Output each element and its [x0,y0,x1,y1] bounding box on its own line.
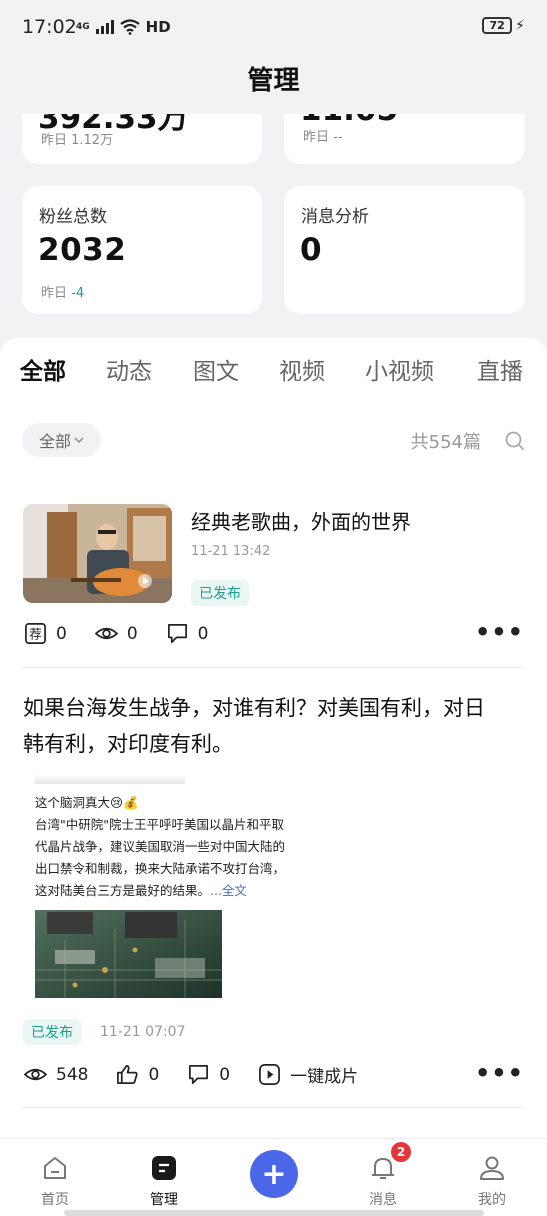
stat-card-fans[interactable]: 粉丝总数 2032 昨日 -4 [22,186,262,314]
likes-metric[interactable]: 0 [116,1063,159,1086]
stat-label: 消息分析 [301,207,369,227]
preview-text: 这个脑洞真大😢💰 台湾"中研院"院士王平呼吁美国以晶片和平取 代晶片战争，建议美… [35,792,305,902]
wifi-icon [119,19,140,35]
signal-icon [95,20,114,34]
eye-icon [24,1068,47,1081]
nav-home[interactable]: 首页 [15,1139,95,1216]
nav-messages[interactable]: 消息 [343,1139,423,1216]
stat-sub: 昨日 -- [303,130,343,145]
article-total: 共554篇 [410,432,481,453]
filter-dropdown[interactable]: 全部 [22,423,101,457]
charging-icon: ⚡ [515,17,525,34]
read-more-link: ...全文 [210,883,247,898]
profile-icon [480,1156,504,1180]
one-click-video-label: 一键成片 [290,1067,359,1087]
nav-profile[interactable]: 我的 [452,1139,532,1216]
preview-line: 这对陆美台三方是最好的结果。...全文 [35,880,305,902]
filter-label: 全部 [38,432,71,451]
nav-label: 我的 [478,1192,506,1208]
stat-label: 粉丝总数 [39,207,107,227]
preview-line: 出口禁令和制裁，换来大陆承诺不攻打台湾， [35,861,286,876]
tab-live[interactable]: 直播 [477,352,523,386]
battery-level: 72 [482,17,513,34]
network-label: 4G [76,22,90,32]
status-badge: 已发布 [191,580,249,606]
search-icon[interactable] [505,431,525,451]
views-count: 548 [56,1064,89,1085]
stat-card-income[interactable]: 11.05 昨日 -- [284,114,525,164]
nav-label: 消息 [369,1192,397,1208]
chevron-down-icon [74,437,84,443]
hd-label: HD [145,18,171,36]
comment-icon [189,1065,209,1084]
comments-count: 0 [197,623,209,644]
stat-delta: -4 [71,286,85,301]
recommend-metric[interactable]: 荐 0 [24,622,67,645]
tab-image-text[interactable]: 图文 [193,352,239,386]
page-title: 管理 [247,66,300,96]
home-icon [44,1157,66,1179]
comments-count: 0 [219,1064,231,1085]
thumbs-up-icon [117,1065,139,1084]
preview-line: 代晶片战争，建议美国取消一些对中国大陆的 [35,839,286,854]
comments-metric[interactable]: 0 [187,1063,230,1086]
article-time: 11-21 13:42 [191,544,271,559]
preview-header [35,774,185,784]
views-metric[interactable]: 548 [24,1063,88,1086]
stat-value: 2032 [38,232,127,268]
status-badge: 已发布 [23,1019,81,1045]
stat-sub-prefix: 昨日 [41,286,72,301]
video-thumbnail[interactable] [23,504,172,603]
divider [23,667,524,668]
video-thumbnail-image [23,504,172,603]
play-box-icon [259,1064,281,1085]
stat-card-messages[interactable]: 消息分析 0 [284,186,525,314]
article-metrics: 548 0 0 一键成片 [24,1062,386,1087]
comments-metric[interactable]: 0 [166,622,209,645]
views-metric[interactable]: 0 [94,622,138,645]
preview-line: 台湾"中研院"院士王平呼吁美国以晶片和平取 [35,817,284,832]
comment-icon [167,624,187,643]
article-preview-image[interactable]: 这个脑洞真大😢💰 台湾"中研院"院士王平呼吁美国以晶片和平取 代晶片战争，建议美… [23,774,303,1006]
manage-icon [152,1156,176,1180]
status-bar: 17:02 4G HD 72 ⚡ [0,0,547,56]
divider [23,1107,524,1108]
plus-icon: + [261,1156,287,1192]
more-options-icon[interactable]: ••• [475,1059,524,1087]
article-title[interactable]: 如果台海发生战争，对谁有利？对美国有利，对日韩有利，对印度有利。 [23,690,493,762]
more-options-icon[interactable]: ••• [475,618,524,646]
article-time: 11-21 07:07 [100,1024,186,1040]
home-indicator [64,1210,484,1216]
recommend-count: 0 [56,623,67,644]
article-title[interactable]: 经典老歌曲，外面的世界 [191,506,411,535]
svg-text:荐: 荐 [29,626,41,641]
tab-all[interactable]: 全部 [20,352,66,386]
one-click-video-button[interactable]: 一键成片 [258,1062,358,1087]
status-icons: 4G HD [76,18,171,36]
notification-badge: 2 [391,1142,411,1162]
nav-manage[interactable]: 管理 [124,1139,204,1216]
tab-short-video[interactable]: 小视频 [365,352,434,386]
preview-line-text: 这对陆美台三方是最好的结果。 [35,883,211,898]
preview-line: 这个脑洞真大😢💰 [35,795,139,810]
nav-label: 首页 [41,1192,69,1208]
tab-video[interactable]: 视频 [279,352,325,386]
views-count: 0 [126,623,138,644]
status-time: 17:02 [22,16,77,38]
article-metrics: 荐 0 0 0 [24,622,236,645]
nav-label: 管理 [150,1192,178,1208]
circuit-board-image [35,910,222,998]
recommend-icon: 荐 [25,623,46,644]
eye-icon [94,627,118,640]
stat-sub: 昨日 -4 [41,282,84,301]
likes-count: 0 [148,1064,160,1085]
battery-indicator: 72 ⚡ [482,17,525,34]
tab-dynamic[interactable]: 动态 [106,352,152,386]
stat-sub: 昨日 1.12万 [41,133,114,148]
stat-card-reads[interactable]: 392.33万 昨日 1.12万 [22,114,262,164]
stat-value: 0 [300,232,323,268]
create-button[interactable]: + [250,1150,298,1198]
